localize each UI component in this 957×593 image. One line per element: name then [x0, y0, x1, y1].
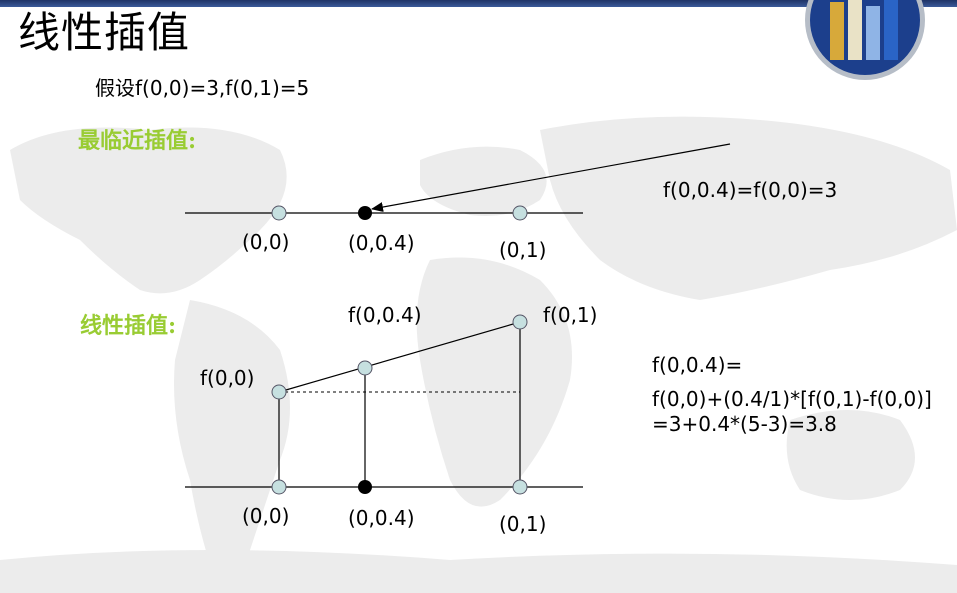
- linear-axis-label-p1: (0,1): [499, 512, 547, 536]
- linear-segment: [278, 321, 521, 393]
- nearest-label-p1: (0,1): [499, 238, 547, 262]
- nearest-label-pmid: (0,0.4): [348, 231, 415, 255]
- linear-label-f0: f(0,0): [200, 366, 255, 390]
- linear-formula-line-2: f(0,0)+(0.4/1)*[f(0,1)-f(0,0)]: [652, 387, 932, 411]
- linear-top-point-mid: [357, 360, 373, 376]
- linear-label-f1: f(0,1): [543, 303, 598, 327]
- nearest-point-0: [271, 205, 287, 221]
- linear-top-point-0: [271, 384, 287, 400]
- linear-formula-line-3: =3+0.4*(5-3)=3.8: [652, 412, 837, 436]
- linear-top-point-1: [512, 314, 528, 330]
- nearest-result: f(0,0.4)=f(0,0)=3: [663, 178, 838, 202]
- linear-axis-label-p0: (0,0): [242, 504, 290, 528]
- linear-axis-point-1: [512, 479, 528, 495]
- nearest-label-p0: (0,0): [242, 230, 290, 254]
- linear-label-fmid: f(0,0.4): [348, 303, 422, 327]
- interpolation-diagram: [185, 143, 731, 495]
- linear-axis-point-mid: [358, 480, 372, 494]
- nearest-point-1: [512, 205, 528, 221]
- linear-axis-point-0: [271, 479, 287, 495]
- linear-formula-line-1: f(0,0.4)=: [652, 353, 743, 377]
- linear-axis-label-pmid: (0,0.4): [348, 506, 415, 530]
- nearest-point-mid: [358, 206, 372, 220]
